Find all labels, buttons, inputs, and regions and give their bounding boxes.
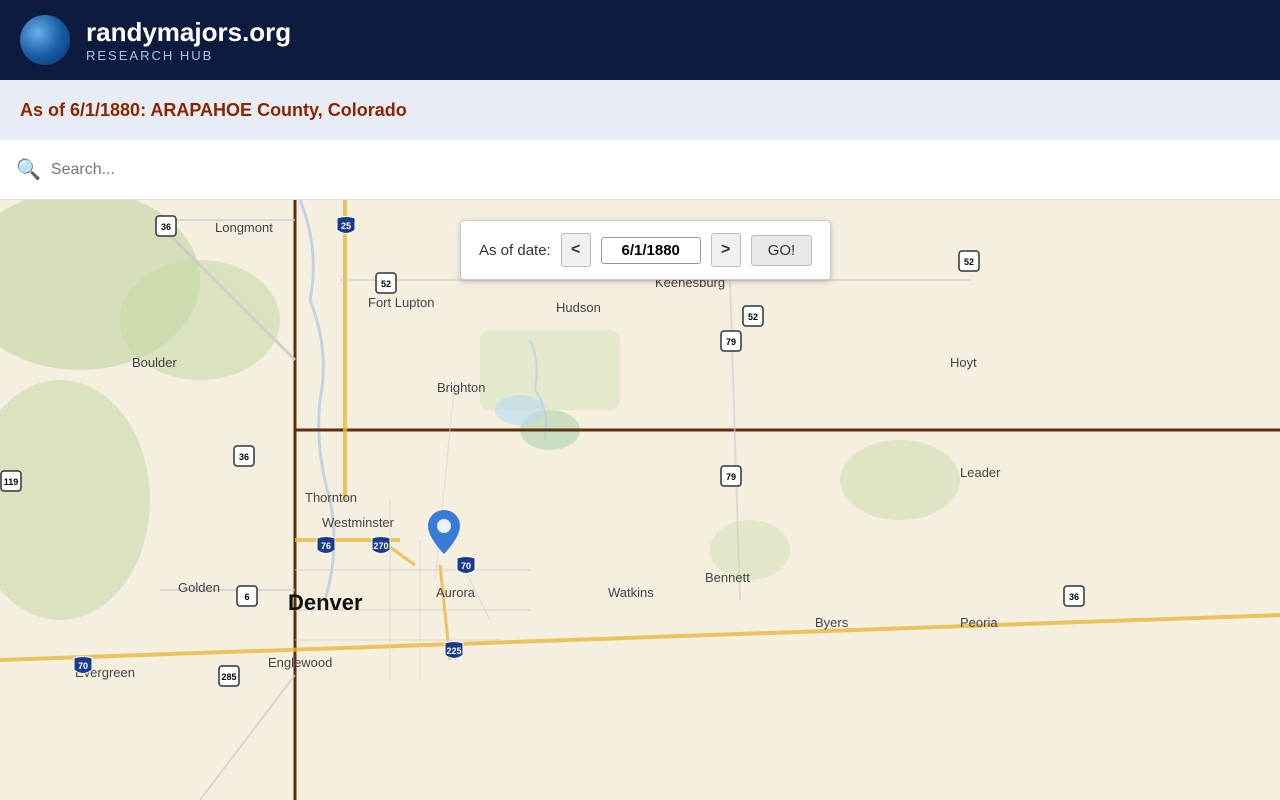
- highway-shield: 285: [218, 665, 240, 692]
- highway-shield: 36: [155, 215, 177, 242]
- highway-shield: 36: [1063, 585, 1085, 612]
- highway-shield: 52: [958, 250, 980, 277]
- highway-shield: 36: [233, 445, 255, 472]
- svg-text:36: 36: [239, 452, 249, 462]
- svg-text:270: 270: [373, 541, 388, 551]
- header-text: randymajors.org RESEARCH HUB: [86, 17, 291, 63]
- header: randymajors.org RESEARCH HUB: [0, 0, 1280, 80]
- highway-shield: 70: [72, 655, 94, 682]
- site-logo: [20, 15, 70, 65]
- svg-text:36: 36: [161, 222, 171, 232]
- date-control: As of date: < > GO!: [460, 220, 831, 280]
- svg-text:52: 52: [381, 279, 391, 289]
- svg-text:225: 225: [446, 646, 461, 656]
- highway-shield: 79: [720, 330, 742, 357]
- location-pin: [428, 510, 460, 559]
- highway-shield: 52: [375, 272, 397, 299]
- highway-shield: 76: [315, 535, 337, 562]
- date-next-button[interactable]: >: [711, 233, 741, 267]
- site-subtitle: RESEARCH HUB: [86, 48, 291, 63]
- date-label: As of date:: [479, 242, 551, 259]
- highway-shield: 225: [443, 640, 465, 667]
- svg-text:79: 79: [726, 472, 736, 482]
- search-icon: 🔍: [16, 157, 41, 182]
- map-svg: [0, 200, 1280, 800]
- svg-text:52: 52: [748, 312, 758, 322]
- highway-shield: 52: [742, 305, 764, 332]
- date-prev-button[interactable]: <: [561, 233, 591, 267]
- search-input[interactable]: [51, 161, 1264, 179]
- date-input[interactable]: [601, 237, 701, 264]
- highway-shield: 79: [720, 465, 742, 492]
- highway-shield: 270: [370, 535, 392, 562]
- svg-text:70: 70: [461, 561, 471, 571]
- highway-shield: 6: [236, 585, 258, 612]
- go-button[interactable]: GO!: [751, 235, 813, 266]
- svg-text:76: 76: [321, 541, 331, 551]
- county-label: As of 6/1/1880: ARAPAHOE County, Colorad…: [20, 100, 407, 121]
- info-bar: As of 6/1/1880: ARAPAHOE County, Colorad…: [0, 80, 1280, 140]
- search-bar: 🔍: [0, 140, 1280, 200]
- svg-text:70: 70: [78, 661, 88, 671]
- map-area[interactable]: As of date: < > GO! LongmontBoulderFort …: [0, 200, 1280, 800]
- highway-shield: 70: [455, 555, 477, 582]
- svg-text:6: 6: [244, 592, 249, 602]
- svg-text:36: 36: [1069, 592, 1079, 602]
- svg-text:285: 285: [221, 672, 236, 682]
- highway-shield: 25: [335, 215, 357, 242]
- svg-text:119: 119: [4, 477, 19, 487]
- svg-text:52: 52: [964, 257, 974, 267]
- highway-shield: 119: [0, 470, 22, 497]
- svg-text:79: 79: [726, 337, 736, 347]
- svg-text:25: 25: [341, 221, 351, 231]
- site-title: randymajors.org: [86, 17, 291, 48]
